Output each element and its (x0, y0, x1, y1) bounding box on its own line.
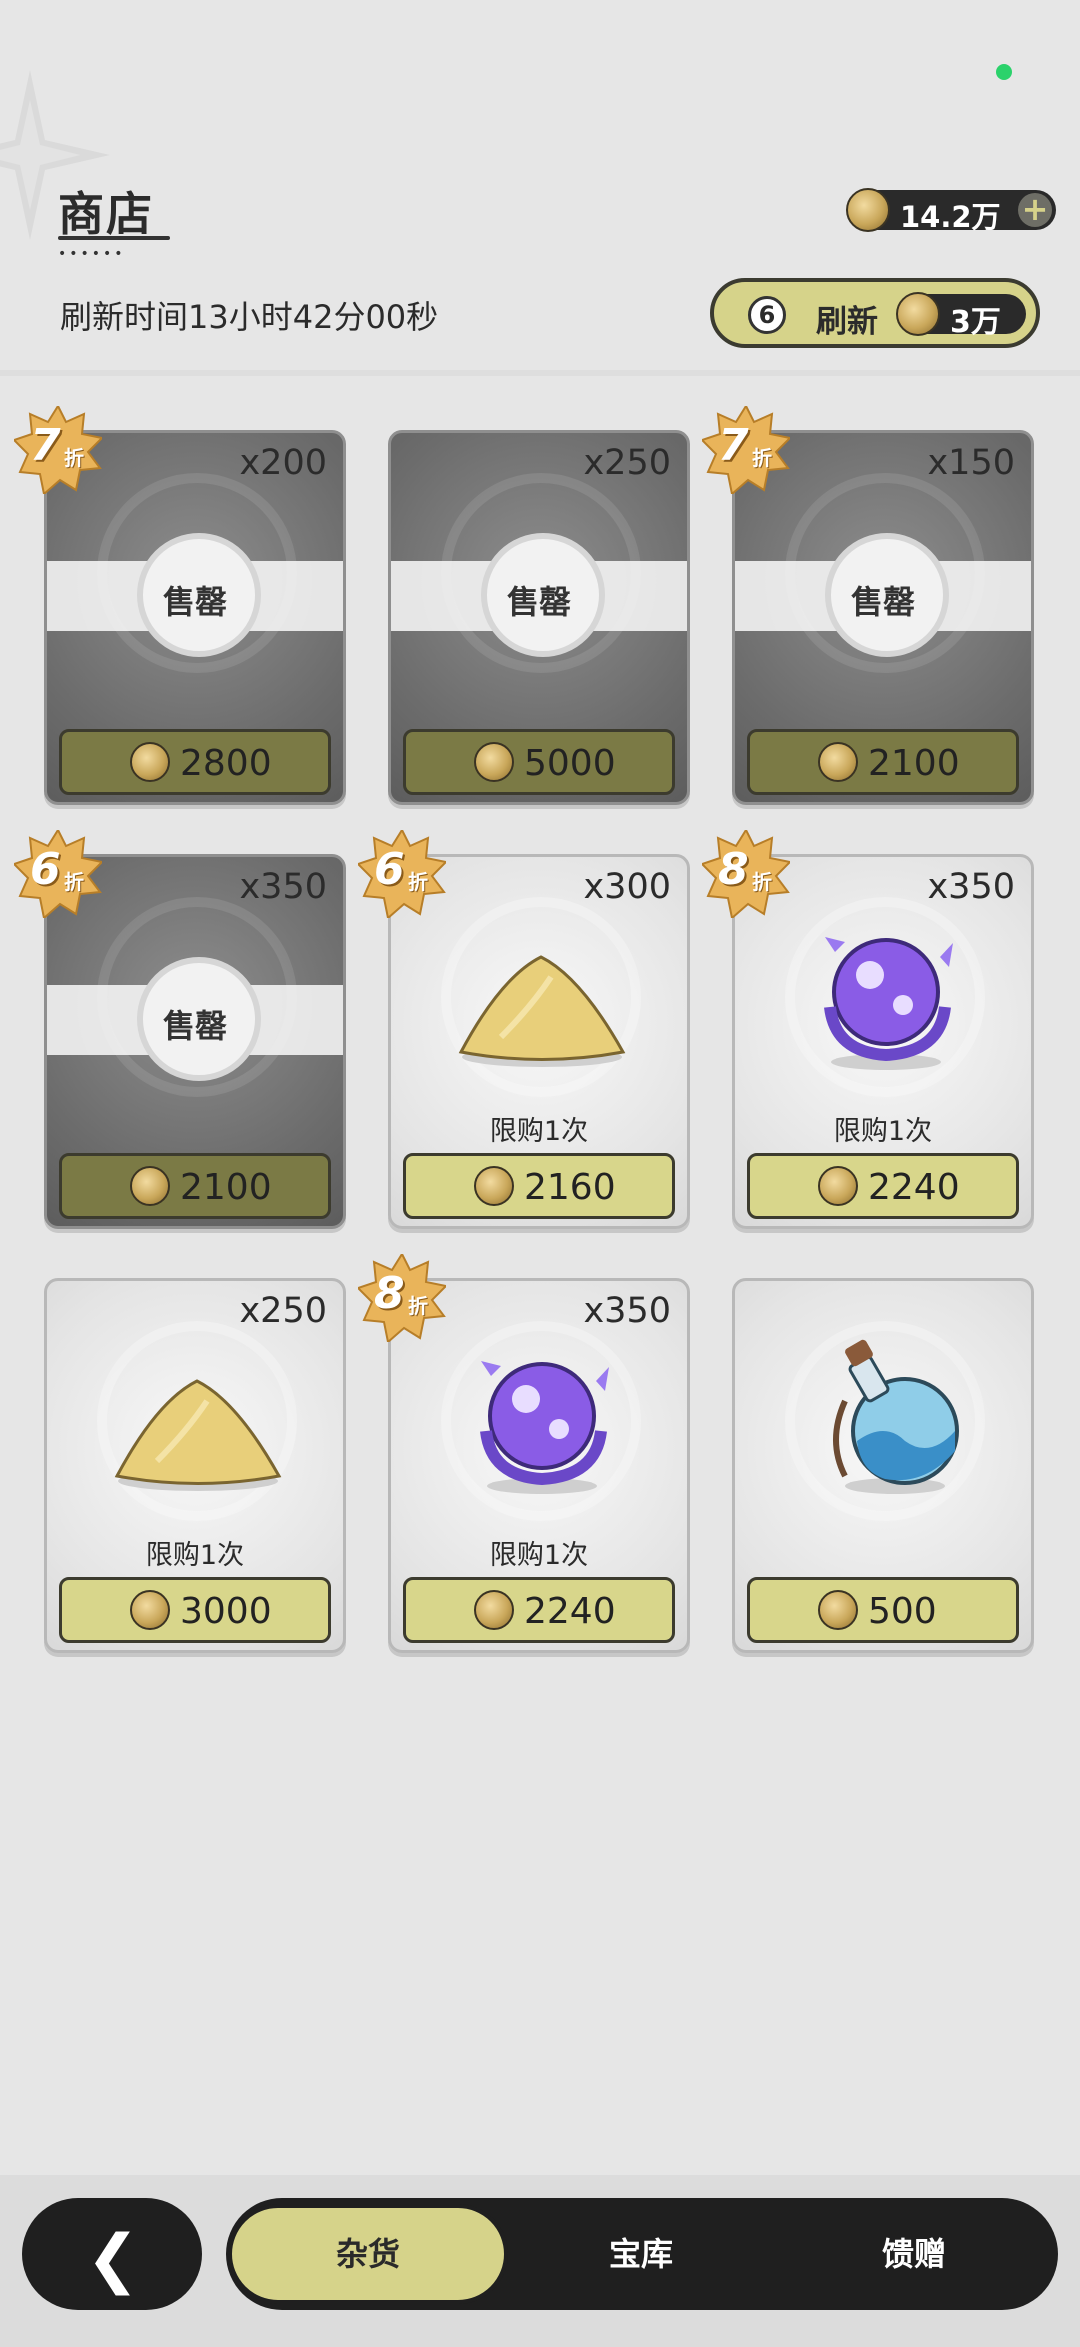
purchase-limit: 限购1次 (489, 1116, 589, 1147)
discount-value: 6 (30, 844, 61, 895)
refresh-cost-pill: 3万 (896, 292, 1026, 340)
discount-badge: 8 折 (702, 830, 790, 918)
tab-bar: 杂货 宝库 馈赠 (226, 2198, 1058, 2310)
title-dots: •••••• (58, 246, 126, 262)
status-indicator-dot (996, 64, 1012, 80)
refresh-cost: 3万 (950, 305, 1001, 340)
sand-pile-icon (114, 1379, 282, 1491)
price-amount: 2240 (524, 1591, 616, 1632)
discount-badge: 6 折 (358, 830, 446, 918)
discount-badge: 8 折 (358, 1254, 446, 1342)
header-divider (0, 370, 1080, 376)
price-button[interactable]: 500 (747, 1577, 1019, 1643)
coin-icon (130, 1590, 170, 1630)
coin-icon (474, 742, 514, 782)
coin-icon (130, 742, 170, 782)
shop-item-card[interactable]: x250 限购1次 3000 (44, 1278, 346, 1653)
add-currency-button[interactable]: + (1018, 193, 1052, 227)
currency-amount: 14.2万 (900, 200, 1001, 234)
price-button[interactable]: 2160 (403, 1153, 675, 1219)
discount-badge: 6 折 (14, 830, 102, 918)
tab-treasury[interactable]: 宝库 (501, 2204, 781, 2304)
tab-groceries[interactable]: 杂货 (228, 2204, 508, 2304)
sold-out-label: 售罄 (506, 583, 571, 621)
coin-icon (130, 1166, 170, 1206)
item-quantity: x200 (239, 443, 327, 483)
discount-value: 7 (30, 420, 61, 471)
coin-icon (474, 1590, 514, 1630)
price-button[interactable]: 2100 (747, 729, 1019, 795)
currency-display: 14.2万 + (846, 188, 1056, 234)
purchase-limit: 限购1次 (145, 1540, 245, 1571)
discount-value: 6 (374, 844, 405, 895)
refresh-button[interactable]: 6 刷新 3万 (710, 278, 1040, 348)
price-button[interactable]: 2240 (747, 1153, 1019, 1219)
discount-badge: 7 折 (14, 406, 102, 494)
refresh-count: 6 (748, 296, 786, 334)
price-button[interactable]: 5000 (403, 729, 675, 795)
potion-flask-icon (833, 1339, 959, 1494)
price-amount: 2160 (524, 1167, 616, 1208)
coin-icon (896, 292, 940, 336)
shop-item-card[interactable]: 500 (732, 1278, 1034, 1653)
discount-suffix: 折 (752, 446, 772, 470)
item-quantity: x250 (583, 443, 671, 483)
price-amount: 2240 (868, 1167, 960, 1208)
refresh-timer: 刷新时间13小时42分00秒 (60, 298, 439, 336)
coin-icon (818, 1166, 858, 1206)
purchase-limit: 限购1次 (489, 1540, 589, 1571)
price-button[interactable]: 2240 (403, 1577, 675, 1643)
price-amount: 3000 (180, 1591, 272, 1632)
discount-suffix: 折 (64, 870, 84, 894)
tab-gifts[interactable]: 馈赠 (774, 2204, 1054, 2304)
discount-value: 8 (718, 844, 749, 895)
discount-suffix: 折 (408, 870, 428, 894)
coin-icon (818, 742, 858, 782)
price-amount: 5000 (524, 743, 616, 784)
discount-value: 7 (718, 420, 749, 471)
coin-icon (474, 1166, 514, 1206)
page-title: 商店 (58, 187, 154, 241)
discount-badge: 7 折 (702, 406, 790, 494)
price-amount: 500 (868, 1591, 937, 1632)
coin-icon (818, 1590, 858, 1630)
item-quantity: x350 (239, 867, 327, 907)
purchase-limit: 限购1次 (833, 1116, 933, 1147)
shop-item-card[interactable]: x250 售罄 5000 (388, 430, 690, 805)
price-button[interactable]: 2800 (59, 729, 331, 795)
discount-suffix: 折 (752, 870, 772, 894)
item-quantity: x150 (927, 443, 1015, 483)
price-button[interactable]: 3000 (59, 1577, 331, 1643)
chevron-left-icon: ❮ (86, 2222, 140, 2296)
price-button[interactable]: 2100 (59, 1153, 331, 1219)
sold-out-label: 售罄 (162, 1007, 227, 1045)
refresh-label: 刷新 (816, 304, 878, 340)
discount-suffix: 折 (64, 446, 84, 470)
sold-out-label: 售罄 (162, 583, 227, 621)
discount-suffix: 折 (408, 1294, 428, 1318)
price-amount: 2800 (180, 743, 272, 784)
price-amount: 2100 (868, 743, 960, 784)
sold-out-label: 售罄 (850, 583, 915, 621)
discount-value: 8 (374, 1268, 405, 1319)
price-amount: 2100 (180, 1167, 272, 1208)
back-button[interactable]: ❮ (22, 2198, 202, 2310)
title-underline (58, 236, 170, 240)
coin-icon (846, 188, 890, 232)
